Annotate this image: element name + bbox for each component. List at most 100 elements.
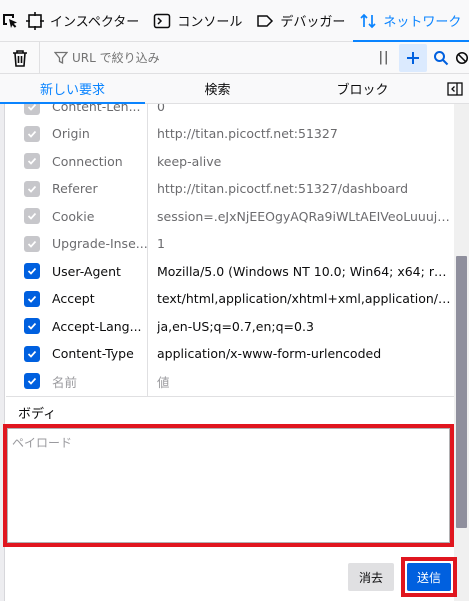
check-icon: [27, 185, 37, 193]
block-icon: [455, 51, 469, 64]
check-icon: [27, 104, 37, 111]
header-value[interactable]: application/x-www-form-urlencoded: [157, 346, 451, 361]
new-header-row: 名前 値: [6, 368, 454, 396]
network-toolbar: URL で絞り込み ||: [0, 41, 469, 74]
search-button[interactable]: [427, 44, 455, 72]
inspector-icon: [26, 11, 44, 30]
search-icon: [434, 50, 449, 65]
header-name[interactable]: Upgrade-Inse...: [52, 236, 156, 251]
element-picker-button[interactable]: [0, 0, 20, 41]
header-row: Referer http://titan.picoctf.net:51327/d…: [6, 175, 454, 203]
tab-inspector-label: インスペクター: [50, 15, 140, 30]
send-highlight-box: 送信: [401, 557, 457, 597]
debugger-icon: [256, 12, 274, 30]
url-filter[interactable]: URL で絞り込み: [40, 49, 369, 66]
plus-icon: [407, 51, 419, 64]
element-picker-icon: [3, 13, 17, 28]
send-button[interactable]: 送信: [407, 563, 451, 591]
header-checkbox[interactable]: [24, 235, 40, 252]
new-request-button[interactable]: [399, 43, 427, 72]
url-filter-placeholder: URL で絞り込み: [72, 51, 160, 65]
check-icon: [27, 213, 37, 220]
check-icon: [27, 295, 37, 303]
tab-network[interactable]: ネットワーク: [353, 0, 469, 42]
tab-debugger-label: デバッガー: [280, 15, 346, 30]
header-row: Connection keep-alive: [6, 148, 454, 176]
header-value[interactable]: http://titan.picoctf.net:51327/dashboard: [157, 181, 451, 196]
header-value[interactable]: Mozilla/5.0 (Windows NT 10.0; Win64; x64…: [157, 264, 451, 279]
header-name[interactable]: Accept: [52, 291, 156, 306]
pause-button[interactable]: ||: [369, 44, 399, 72]
network-icon: [359, 12, 377, 30]
console-icon: [153, 12, 171, 30]
header-checkbox[interactable]: [24, 318, 40, 335]
section-divider: [6, 396, 454, 397]
subtab-new-request-label: 新しい要求: [39, 83, 105, 98]
subtab-new-request[interactable]: 新しい要求: [0, 74, 145, 104]
header-name[interactable]: Content-Len...: [52, 104, 156, 114]
tab-console-label: コンソール: [177, 15, 243, 30]
header-value[interactable]: keep-alive: [157, 154, 451, 169]
pause-icon: ||: [378, 50, 390, 65]
header-checkbox[interactable]: [24, 180, 40, 197]
header-name[interactable]: Content-Type: [52, 346, 156, 361]
scrollbar-thumb[interactable]: [456, 256, 467, 528]
check-icon: [27, 378, 37, 385]
request-headers-table: Content-Len... 0 Origin http://titan.pic…: [6, 104, 454, 396]
header-value[interactable]: text/html,application/xhtml+xml,applicat…: [157, 291, 451, 306]
check-icon: [27, 158, 37, 165]
header-row: Accept-Lang... ja,en-US;q=0.7,en;q=0.3: [6, 313, 454, 341]
block-button[interactable]: [455, 44, 469, 72]
header-name[interactable]: Origin: [52, 126, 156, 141]
check-icon: [27, 323, 37, 330]
tab-inspector[interactable]: インスペクター: [20, 0, 147, 41]
toolbar-right-controls: ||: [369, 42, 469, 74]
sidebar-toggle-button[interactable]: [435, 74, 469, 103]
devtools-tab-bar: インスペクター コンソール デバッガー ネットワーク: [0, 0, 469, 42]
subtab-blocking[interactable]: ブロック: [290, 74, 435, 103]
header-row: Cookie session=.eJxNjEEOgyAQRa9iWLtAEIVe…: [6, 203, 454, 231]
header-checkbox[interactable]: [24, 153, 40, 170]
header-row: Accept text/html,application/xhtml+xml,a…: [6, 285, 454, 313]
header-checkbox[interactable]: [24, 208, 40, 225]
header-row: Upgrade-Inse... 1: [6, 230, 454, 258]
new-header-value-input[interactable]: 値: [157, 372, 451, 391]
check-icon: [27, 240, 37, 248]
subtab-search-label: 検索: [204, 83, 231, 98]
clear-requests-button[interactable]: [0, 41, 40, 74]
header-value[interactable]: session=.eJxNjEEOgyAQRa9iWLtAEIVeoLuuujc…: [157, 209, 451, 224]
header-row: Content-Len... 0: [6, 104, 454, 121]
new-header-name-input[interactable]: 名前: [52, 372, 156, 391]
header-value[interactable]: 1: [157, 236, 451, 251]
header-row: User-Agent Mozilla/5.0 (Windows NT 10.0;…: [6, 258, 454, 286]
tab-network-label: ネットワーク: [383, 15, 462, 30]
subtab-blocking-label: ブロック: [336, 83, 389, 98]
header-checkbox[interactable]: [24, 104, 40, 115]
header-checkbox[interactable]: [24, 125, 40, 142]
tab-debugger[interactable]: デバッガー: [250, 0, 353, 41]
header-value[interactable]: 0: [157, 104, 451, 114]
header-checkbox[interactable]: [24, 345, 40, 362]
header-name[interactable]: Cookie: [52, 209, 156, 224]
header-checkbox[interactable]: [24, 263, 40, 280]
payload-highlight-box: [3, 424, 454, 547]
trash-icon: [12, 49, 27, 67]
check-icon: [27, 130, 37, 138]
header-value[interactable]: http://titan.picoctf.net:51327: [157, 126, 451, 141]
check-icon: [27, 268, 37, 275]
new-header-checkbox[interactable]: [24, 373, 40, 390]
payload-textarea[interactable]: [7, 428, 450, 543]
header-name[interactable]: User-Agent: [52, 264, 156, 279]
clear-button[interactable]: 消去: [348, 563, 394, 591]
check-icon: [27, 350, 37, 358]
header-name[interactable]: Connection: [52, 154, 156, 169]
body-section-label: ボディ: [18, 407, 57, 422]
header-value[interactable]: ja,en-US;q=0.7,en;q=0.3: [157, 319, 451, 334]
header-row: Origin http://titan.picoctf.net:51327: [6, 120, 454, 148]
header-name[interactable]: Referer: [52, 181, 156, 196]
header-name[interactable]: Accept-Lang...: [52, 319, 156, 334]
subtab-search[interactable]: 検索: [145, 74, 290, 103]
header-checkbox[interactable]: [24, 290, 40, 307]
tab-console[interactable]: コンソール: [147, 0, 250, 41]
panel-toggle-icon: [447, 81, 463, 96]
